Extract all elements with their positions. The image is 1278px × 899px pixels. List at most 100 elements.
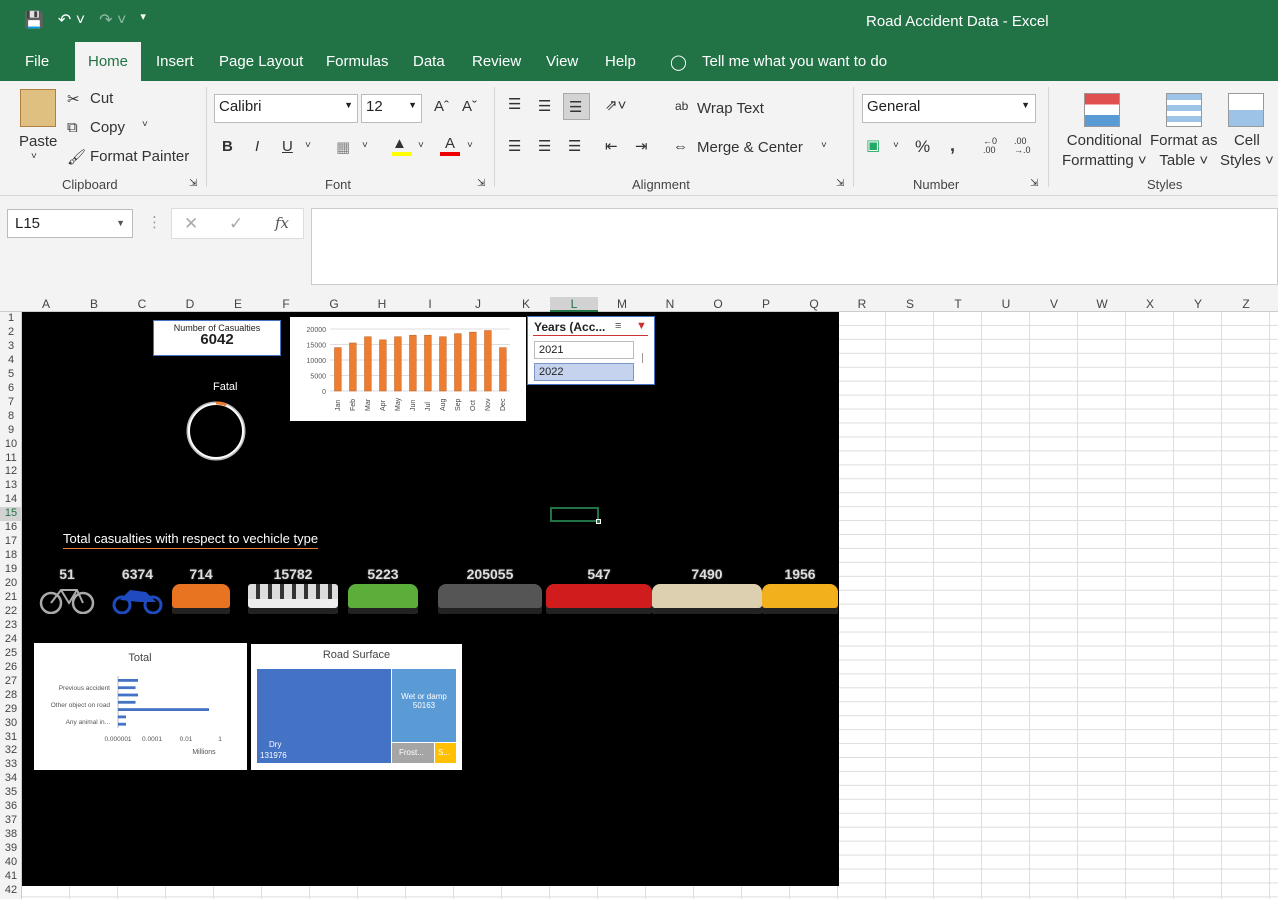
row-header[interactable]: 39: [0, 842, 22, 856]
row-header[interactable]: 42: [0, 884, 22, 898]
row-header[interactable]: 23: [0, 619, 22, 633]
monthly-chart[interactable]: 20000 15000 10000 5000 0 Jan Feb Mar Apr May Jun Ju…: [290, 317, 526, 421]
align-left-icon[interactable]: ☰: [508, 137, 521, 155]
bold-button[interactable]: B: [222, 138, 233, 155]
currency-icon[interactable]: ▣: [866, 136, 880, 154]
column-header[interactable]: C: [118, 297, 166, 311]
chevron-down-icon[interactable]: ˅: [418, 140, 424, 151]
decrease-decimal-icon[interactable]: .00 →.0: [1014, 137, 1031, 155]
customize-qat-icon[interactable]: ▾: [140, 10, 146, 30]
increase-decimal-icon[interactable]: ←0.00: [983, 137, 997, 155]
row-header[interactable]: 10: [0, 438, 22, 452]
redo-icon[interactable]: ↷ ˅: [99, 10, 126, 30]
slicer-item-2022[interactable]: 2022: [534, 363, 634, 381]
column-header[interactable]: G: [310, 297, 358, 311]
number-format-select[interactable]: General ▼: [862, 94, 1036, 123]
formula-input[interactable]: [311, 208, 1278, 285]
row-header[interactable]: 36: [0, 800, 22, 814]
row-header[interactable]: 33: [0, 758, 22, 772]
row-header[interactable]: 40: [0, 856, 22, 870]
row-header[interactable]: 7: [0, 396, 22, 410]
row-header[interactable]: 4: [0, 354, 22, 368]
paste-button[interactable]: Paste: [19, 133, 57, 150]
fill-handle[interactable]: [596, 519, 601, 524]
row-header[interactable]: 2: [0, 326, 22, 340]
column-header[interactable]: X: [1126, 297, 1174, 311]
column-header[interactable]: V: [1030, 297, 1078, 311]
column-header[interactable]: T: [934, 297, 982, 311]
column-header[interactable]: S: [886, 297, 934, 311]
row-header[interactable]: 12: [0, 465, 22, 479]
fatal-ring-chart[interactable]: [185, 400, 247, 462]
row-header[interactable]: 22: [0, 605, 22, 619]
column-header[interactable]: W: [1078, 297, 1126, 311]
comma-button[interactable]: ,: [950, 135, 955, 156]
cell-styles-button[interactable]: Cell Styles ˅: [1220, 131, 1274, 171]
row-header[interactable]: 13: [0, 479, 22, 493]
font-size-select[interactable]: 12 ▼: [361, 94, 422, 123]
underline-button[interactable]: U: [282, 138, 293, 155]
dialog-launcher-icon[interactable]: ⇲: [1030, 178, 1038, 189]
chevron-down-icon[interactable]: ˅: [467, 140, 473, 151]
row-header[interactable]: 32: [0, 744, 22, 758]
tab-page-layout[interactable]: Page Layout: [219, 53, 303, 70]
align-top-icon[interactable]: ☰: [508, 95, 521, 113]
enter-icon[interactable]: ✓: [229, 214, 243, 234]
tab-review[interactable]: Review: [472, 53, 521, 70]
row-header[interactable]: 19: [0, 563, 22, 577]
tab-file[interactable]: File: [25, 53, 49, 70]
kpi-card[interactable]: Number of Casualties 6042: [153, 320, 281, 356]
chevron-down-icon[interactable]: ˅: [305, 140, 311, 151]
column-header[interactable]: L: [550, 297, 598, 312]
row-header[interactable]: 6: [0, 382, 22, 396]
tab-help[interactable]: Help: [605, 53, 636, 70]
row-header[interactable]: 18: [0, 549, 22, 563]
row-header[interactable]: 8: [0, 410, 22, 424]
row-header[interactable]: 5: [0, 368, 22, 382]
row-header[interactable]: 27: [0, 675, 22, 689]
merge-center-button[interactable]: Merge & Center: [697, 139, 803, 156]
row-header[interactable]: 15: [0, 507, 22, 522]
column-header[interactable]: U: [982, 297, 1030, 311]
treemap-frost[interactable]: Frost...: [392, 743, 434, 763]
column-header[interactable]: F: [262, 297, 310, 311]
row-header[interactable]: 20: [0, 577, 22, 591]
font-color-icon[interactable]: A: [440, 135, 460, 156]
paste-icon[interactable]: [20, 89, 56, 127]
increase-indent-icon[interactable]: ⇥: [635, 137, 648, 155]
column-header[interactable]: D: [166, 297, 214, 311]
align-center-icon[interactable]: ☰: [538, 137, 551, 155]
tab-insert[interactable]: Insert: [156, 53, 194, 70]
column-header[interactable]: O: [694, 297, 742, 311]
treemap-snow[interactable]: S...: [435, 743, 456, 763]
row-header[interactable]: 21: [0, 591, 22, 605]
fill-color-icon[interactable]: ▲: [392, 135, 412, 156]
decrease-indent-icon[interactable]: ⇤: [605, 137, 618, 155]
row-header[interactable]: 41: [0, 870, 22, 884]
column-header[interactable]: Z: [1222, 297, 1270, 311]
align-middle-icon[interactable]: ☰: [538, 97, 551, 115]
tab-formulas[interactable]: Formulas: [326, 53, 389, 70]
treemap-wet[interactable]: Wet or damp 50163: [392, 669, 456, 742]
row-header[interactable]: 3: [0, 340, 22, 354]
row-header[interactable]: 29: [0, 703, 22, 717]
dialog-launcher-icon[interactable]: ⇲: [836, 178, 844, 189]
wrap-text-button[interactable]: Wrap Text: [697, 100, 764, 117]
row-header[interactable]: 1: [0, 312, 22, 326]
tab-view[interactable]: View: [546, 53, 578, 70]
row-header[interactable]: 35: [0, 786, 22, 800]
column-header[interactable]: B: [70, 297, 118, 311]
row-header[interactable]: 17: [0, 535, 22, 549]
road-surface-chart[interactable]: Road Surface Dry 131976 Wet or damp 5016…: [251, 644, 462, 770]
italic-button[interactable]: I: [255, 138, 259, 155]
column-header[interactable]: I: [406, 297, 454, 311]
row-header[interactable]: 16: [0, 521, 22, 535]
chevron-down-icon[interactable]: ˅: [362, 140, 368, 151]
column-header[interactable]: A: [22, 297, 70, 311]
years-slicer[interactable]: Years (Acc... ≡ ▼ 2021 2022: [527, 316, 655, 385]
tell-me-search[interactable]: Tell me what you want to do: [702, 53, 887, 70]
total-chart[interactable]: Total Previous accident Other object on ro…: [34, 643, 247, 770]
save-icon[interactable]: 💾: [24, 10, 44, 30]
column-header[interactable]: E: [214, 297, 262, 311]
row-header[interactable]: 28: [0, 689, 22, 703]
